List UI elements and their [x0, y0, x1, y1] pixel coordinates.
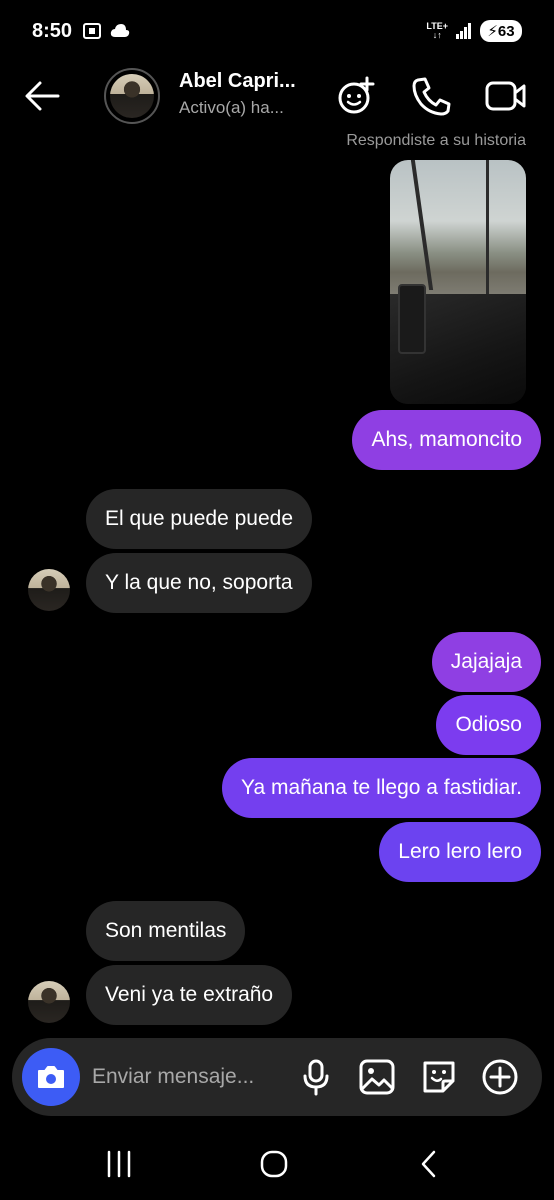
contact-avatar-image [110, 74, 154, 118]
contact-name[interactable]: Abel Capri... [179, 70, 296, 93]
system-navigation-bar [0, 1130, 554, 1200]
screenshot-icon [83, 23, 101, 39]
message-bubble-outgoing[interactable]: Odioso [436, 695, 541, 755]
charging-icon: ⚡ [487, 23, 498, 40]
contact-status: Activo(a) ha... [179, 98, 284, 117]
signal-icon [456, 23, 471, 39]
message-bubble-incoming[interactable]: Y la que no, soporta [86, 553, 312, 613]
cloud-icon [110, 24, 130, 37]
message-input[interactable] [92, 1062, 302, 1092]
lte-indicator: LTE+ ↓↑ [426, 21, 448, 40]
camera-icon [38, 1066, 64, 1088]
message-bubble-outgoing[interactable]: Ahs, mamoncito [352, 410, 541, 470]
story-reply-note: Respondiste a su historia [346, 132, 526, 149]
chat-header: Abel Capri... Activo(a) ha... [0, 64, 554, 128]
back-arrow-icon[interactable] [22, 76, 62, 116]
back-nav-icon[interactable] [410, 1146, 450, 1182]
message-bubble-incoming[interactable]: El que puede puede [86, 489, 313, 549]
sender-avatar[interactable] [28, 569, 70, 611]
message-bubble-outgoing[interactable]: Lero lero lero [379, 822, 541, 882]
message-bubble-incoming[interactable]: Veni ya te extraño [86, 965, 293, 1025]
contact-avatar[interactable] [104, 68, 160, 124]
story-thumbnail[interactable] [390, 160, 526, 404]
message-bubble-outgoing[interactable]: Jajajaja [431, 632, 541, 692]
camera-button[interactable] [22, 1048, 80, 1106]
gallery-icon[interactable] [357, 1057, 397, 1097]
video-call-icon[interactable] [484, 74, 528, 118]
status-time: 8:50 [32, 20, 73, 42]
microphone-icon[interactable] [296, 1057, 336, 1097]
sender-avatar[interactable] [28, 981, 70, 1023]
add-circle-icon[interactable] [480, 1057, 520, 1097]
battery-indicator: ⚡ 63 [480, 20, 522, 42]
message-bubble-incoming[interactable]: Son mentilas [86, 901, 246, 961]
message-composer [12, 1038, 542, 1116]
battery-level: 63 [497, 22, 515, 40]
phone-call-icon[interactable] [410, 74, 454, 118]
sticker-icon[interactable] [419, 1057, 459, 1097]
status-bar: 8:50 LTE+ ↓↑ ⚡ 63 [0, 0, 554, 64]
home-icon[interactable] [254, 1146, 294, 1182]
recent-apps-icon[interactable] [99, 1146, 139, 1182]
add-effects-icon[interactable] [334, 74, 378, 118]
message-bubble-outgoing[interactable]: Ya mañana te llego a fastidiar. [222, 758, 541, 818]
status-right: LTE+ ↓↑ ⚡ 63 [426, 20, 522, 42]
status-notification-icons [82, 22, 130, 40]
